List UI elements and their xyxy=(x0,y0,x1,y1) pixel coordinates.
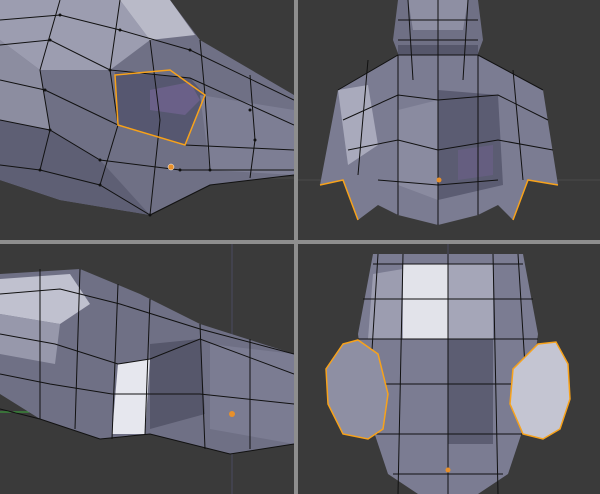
viewport-divider-vertical[interactable] xyxy=(294,0,298,494)
viewport-bottom-left[interactable] xyxy=(0,244,294,494)
object-origin[interactable] xyxy=(229,411,235,417)
object-origin[interactable] xyxy=(436,177,442,183)
viewport-top-left[interactable] xyxy=(0,0,294,240)
mesh-view-bottom-right[interactable] xyxy=(298,244,600,494)
mesh-view-top-left[interactable] xyxy=(0,0,294,240)
mesh-view-top-right[interactable] xyxy=(298,0,600,240)
viewport-divider-horizontal[interactable] xyxy=(0,240,600,244)
viewport-bottom-right[interactable] xyxy=(298,244,600,494)
viewport-grid xyxy=(0,0,600,494)
object-origin[interactable] xyxy=(167,163,175,171)
viewport-top-right[interactable] xyxy=(298,0,600,240)
mesh-view-bottom-left[interactable] xyxy=(0,244,294,494)
object-origin[interactable] xyxy=(445,467,451,473)
highlighted-face[interactable] xyxy=(112,359,150,434)
